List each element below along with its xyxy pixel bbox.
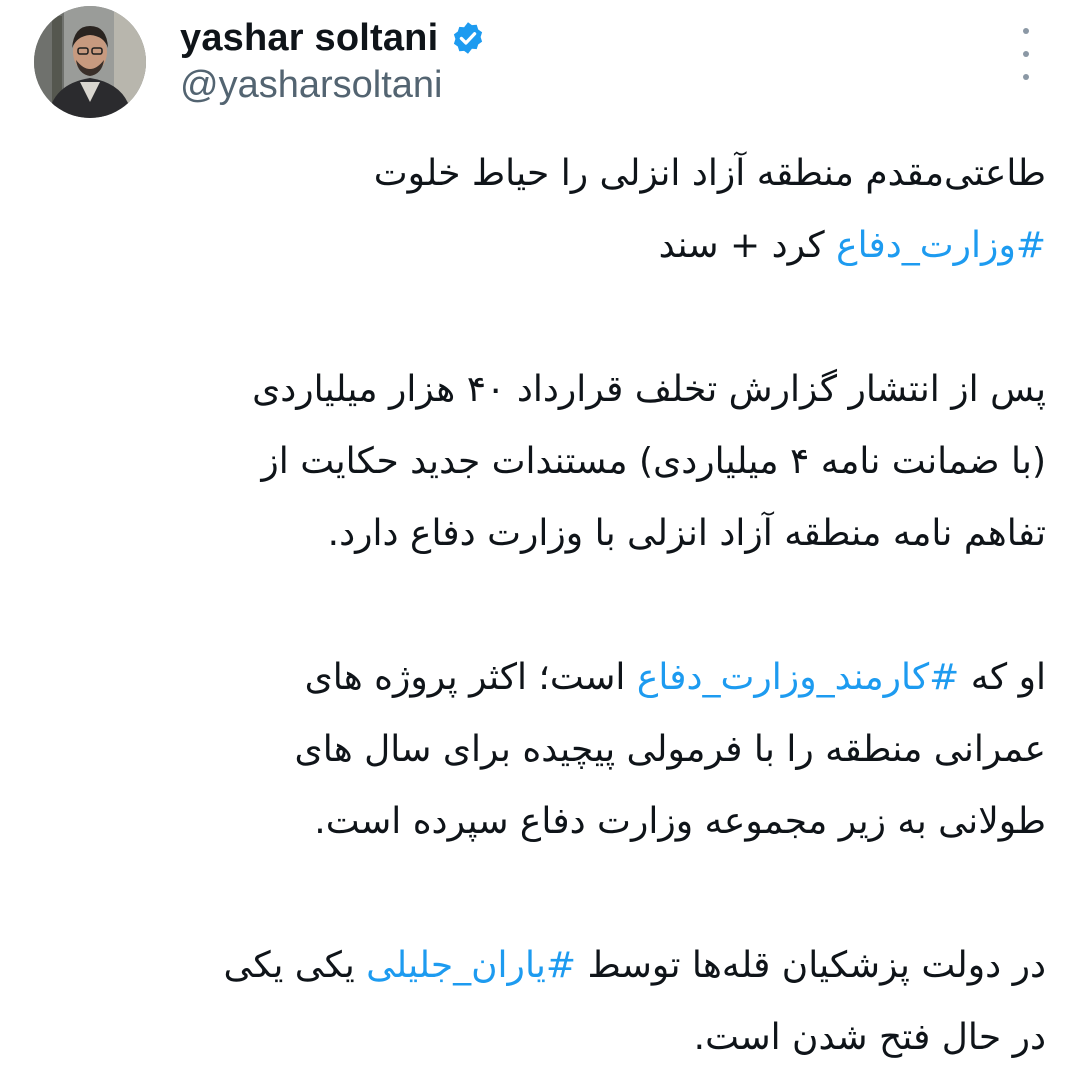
author-handle[interactable]: @yasharsoltani bbox=[180, 64, 442, 107]
tweet-text-span: یکی یکی bbox=[223, 945, 367, 986]
avatar[interactable] bbox=[34, 6, 146, 118]
vertical-ellipsis-icon[interactable] bbox=[1006, 28, 1046, 80]
tweet-text-span: کرد + سند bbox=[658, 225, 837, 266]
profile-photo bbox=[34, 6, 146, 118]
tweet-line: او که #کارمند_وزارت_دفاع است؛ اکثر پروژه… bbox=[30, 642, 1046, 714]
tweet-paragraph-4: در دولت پزشکیان قله‌ها توسط #یاران_جلیلی… bbox=[30, 930, 1046, 1074]
tweet-paragraph-1: طاعتی‌مقدم منطقه آزاد انزلی را حیاط خلوت… bbox=[30, 138, 1046, 282]
tweet-paragraph-3: او که #کارمند_وزارت_دفاع است؛ اکثر پروژه… bbox=[30, 642, 1046, 858]
tweet-line: پس از انتشار گزارش تخلف قرارداد ۴۰ هزار … bbox=[252, 369, 1046, 410]
dot bbox=[1023, 74, 1029, 80]
hashtag-link[interactable]: #کارمند_وزارت_دفاع bbox=[637, 657, 959, 698]
verified-badge-icon bbox=[454, 22, 483, 54]
tweet-line: عمرانی منطقه را با فرمولی پیچیده برای سا… bbox=[294, 729, 1046, 770]
tweet-line: در حال فتح شدن است. bbox=[693, 1017, 1046, 1058]
tweet-paragraph-2: پس از انتشار گزارش تخلف قرارداد ۴۰ هزار … bbox=[30, 354, 1046, 570]
tweet-text-span: در دولت پزشکیان قله‌ها توسط bbox=[576, 945, 1046, 986]
hashtag-link[interactable]: #یاران_جلیلی bbox=[366, 945, 576, 986]
tweet-line: طولانی به زیر مجموعه وزارت دفاع سپرده اس… bbox=[314, 801, 1046, 842]
dot bbox=[1023, 51, 1029, 57]
tweet-text: طاعتی‌مقدم منطقه آزاد انزلی را حیاط خلوت… bbox=[30, 138, 1046, 1074]
tweet-line: در دولت پزشکیان قله‌ها توسط #یاران_جلیلی… bbox=[30, 930, 1046, 1002]
tweet-line: (با ضمانت نامه ۴ میلیاردی) مستندات جدید … bbox=[261, 441, 1046, 482]
hashtag-link[interactable]: #وزارت_دفاع bbox=[836, 225, 1046, 266]
tweet-line: تفاهم نامه منطقه آزاد انزلی با وزارت دفا… bbox=[327, 513, 1046, 554]
tweet-line: طاعتی‌مقدم منطقه آزاد انزلی را حیاط خلوت bbox=[373, 153, 1046, 194]
author-display-name[interactable]: yashar soltani bbox=[180, 17, 438, 60]
tweet-text-span: است؛ اکثر پروژه های bbox=[304, 657, 637, 698]
tweet-line: #وزارت_دفاع کرد + سند bbox=[30, 210, 1046, 282]
author-name-row: yashar soltani bbox=[180, 10, 486, 66]
tweet-header: yashar soltani @yasharsoltani bbox=[34, 6, 1046, 118]
dot bbox=[1023, 28, 1029, 34]
tweet-text-span: او که bbox=[959, 657, 1046, 698]
